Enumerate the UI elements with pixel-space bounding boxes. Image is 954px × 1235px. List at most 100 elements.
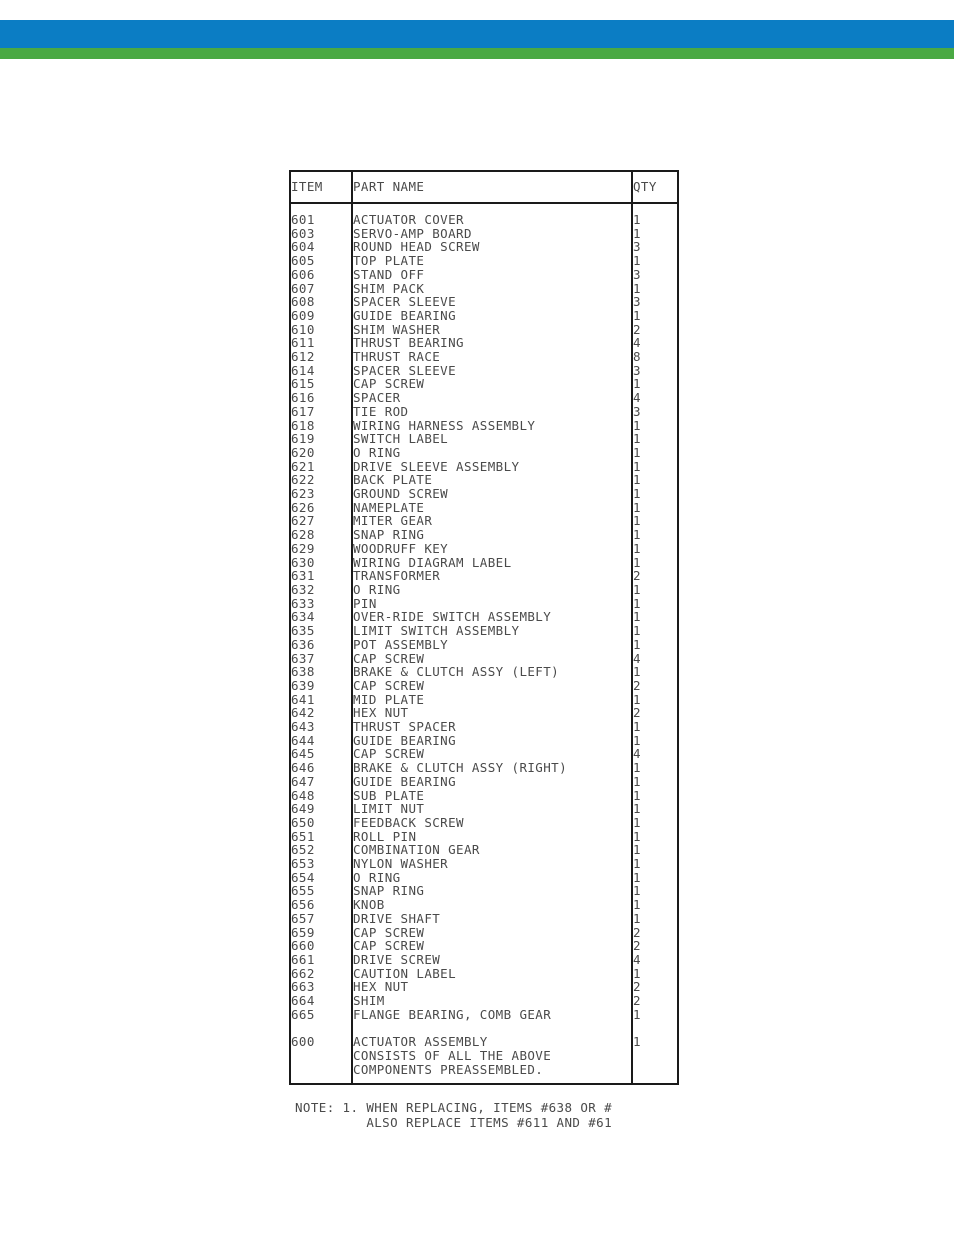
cell-quantity: 1 [631, 720, 677, 734]
cell-item-number: 665 [291, 1008, 353, 1022]
cell-part-name: WIRING HARNESS ASSEMBLY [353, 417, 536, 433]
table-row: 653 NYLON WASHER 1 [291, 857, 677, 871]
cell-part-name: SNAP RING [353, 527, 425, 543]
table-row: 635 LIMIT SWITCH ASSEMBLY 1 [291, 624, 677, 638]
cell-part-name: KNOB [353, 897, 385, 913]
cell-part-name: SHIM WASHER [353, 321, 441, 337]
cell-quantity: 1 [631, 775, 677, 789]
cell-quantity: 1 [631, 281, 677, 296]
table-row: 645 CAP SCREW 4 [291, 747, 677, 762]
cell-item-number: 644 [291, 734, 353, 748]
cell-part-name: THRUST SPACER [353, 719, 457, 735]
table-row: 616 SPACER 4 [291, 391, 677, 405]
bottom-note: NOTE: 1. WHEN REPLACING, ITEMS #638 OR #… [295, 1100, 613, 1130]
table-header: ITEM PART NAME QTY [291, 172, 677, 204]
cell-item-number: 611 [291, 336, 353, 351]
cell-item-number: 648 [291, 788, 353, 803]
table-row: 605 TOP PLATE 1 [291, 254, 677, 268]
cell-quantity: 1 [631, 802, 677, 816]
table-body: 601 ACTUATOR COVER 1 603 SERVO-AMP BOARD 1 604… [291, 203, 677, 1083]
cell-item-number: 642 [291, 706, 353, 721]
table-row: 643 THRUST SPACER 1 [291, 720, 677, 734]
cell-quantity: 1 [631, 555, 677, 570]
table-row: 663 HEX NUT 2 [291, 980, 677, 995]
cell-part-name: HEX NUT [353, 705, 409, 721]
cell-item-number: 607 [291, 281, 353, 296]
cell-item-number: 614 [291, 364, 353, 378]
table-row: 631 TRANSFORMER 2 [291, 569, 677, 583]
cell-part-name: SPACER [353, 390, 401, 406]
cell-item-number: 663 [291, 980, 353, 995]
table-row: 614 SPACER SLEEVE 3 [291, 364, 677, 378]
cell-item-number: 600 [291, 1021, 353, 1083]
cell-item-number: 621 [291, 459, 353, 474]
cell-quantity: 1 [631, 665, 677, 679]
cell-part-name: ROUND HEAD SCREW [353, 239, 480, 255]
table-row: 636 POT ASSEMBLY 1 [291, 638, 677, 652]
cell-quantity: 1 [631, 734, 677, 748]
cell-quantity: 1 [631, 514, 677, 529]
cell-quantity: 1 [631, 528, 677, 542]
table-row: 630 WIRING DIAGRAM LABEL 1 [291, 555, 677, 570]
cell-part-name: GUIDE BEARING [353, 773, 457, 789]
table-row: 644 GUIDE BEARING 1 [291, 734, 677, 748]
cell-part-name: LIMIT SWITCH ASSEMBLY [353, 623, 520, 639]
table-row: 650 FEEDBACK SCREW 1 [291, 816, 677, 830]
cell-quantity: 1 [631, 1008, 677, 1022]
cell-item-number: 601 [291, 213, 353, 227]
table-row: 661 DRIVE SCREW 4 [291, 953, 677, 967]
table-row: 611 THRUST BEARING 4 [291, 336, 677, 351]
cell-item-number: 633 [291, 596, 353, 611]
table-row: 608 SPACER SLEEVE 3 [291, 295, 677, 309]
cell-item-number: 612 [291, 350, 353, 364]
cell-quantity: 2 [631, 322, 677, 337]
cell-part-name: ACTUATOR ASSEMBLY CONSISTS OF ALL THE AB… [353, 1034, 552, 1077]
cell-part-name: SNAP RING [353, 883, 425, 899]
cell-item-number: 622 [291, 473, 353, 488]
cell-part-name: TRANSFORMER [353, 568, 441, 584]
table-row: 664 SHIM 2 [291, 994, 677, 1008]
cell-part-name: NAMEPLATE [353, 499, 425, 515]
cell-part-name: DRIVE SCREW [353, 951, 441, 967]
table-row: 603 SERVO-AMP BOARD 1 [291, 226, 677, 241]
table-row: 665 FLANGE BEARING, COMB GEAR 1 [291, 1008, 677, 1022]
table-row: 601 ACTUATOR COVER 1 [291, 213, 677, 227]
cell-item-number: 623 [291, 487, 353, 501]
cell-item-number: 636 [291, 638, 353, 652]
cell-part-name: CAUTION LABEL [353, 965, 457, 981]
table-row: 638 BRAKE & CLUTCH ASSY (LEFT) 1 [291, 665, 677, 679]
cell-part-name: O RING [353, 581, 401, 597]
cell-quantity: 1 [631, 596, 677, 611]
cell-quantity: 1 [631, 871, 677, 885]
cell-item-number: 606 [291, 268, 353, 282]
table-row: 641 MID PLATE 1 [291, 692, 677, 707]
cell-part-name: CAP SCREW [353, 376, 425, 392]
table-row: 654 O RING 1 [291, 871, 677, 885]
cell-quantity: 1 [631, 761, 677, 775]
table-row: 607 SHIM PACK 1 [291, 281, 677, 296]
cell-quantity: 2 [631, 980, 677, 995]
cell-quantity: 1 [631, 843, 677, 858]
cell-quantity: 2 [631, 706, 677, 721]
cell-quantity: 4 [631, 391, 677, 405]
cell-item-number: 629 [291, 542, 353, 556]
cell-item-number: 646 [291, 761, 353, 775]
cell-quantity: 3 [631, 364, 677, 378]
cell-quantity: 1 [631, 788, 677, 803]
cell-part-name: CAP SCREW [353, 924, 425, 940]
cell-part-name: SWITCH LABEL [353, 431, 449, 447]
cell-quantity: 1 [631, 692, 677, 707]
cell-item-number: 619 [291, 432, 353, 446]
cell-part-name: CAP SCREW [353, 677, 425, 693]
cell-part-name: NYLON WASHER [353, 856, 449, 872]
cell-quantity: 3 [631, 405, 677, 419]
table-row: 646 BRAKE & CLUTCH ASSY (RIGHT) 1 [291, 761, 677, 775]
cell-part-name: BRAKE & CLUTCH ASSY (LEFT) [353, 664, 560, 680]
table-row: 615 CAP SCREW 1 [291, 376, 677, 392]
cell-quantity: 1 [631, 487, 677, 501]
blue-header-band [0, 20, 954, 48]
cell-item-number: 641 [291, 692, 353, 707]
table-row: 604 ROUND HEAD SCREW 3 [291, 239, 677, 255]
cell-quantity: 1 [631, 829, 677, 844]
table-row-assembly: 600 ACTUATOR ASSEMBLY CONSISTS OF ALL THE… [291, 1021, 677, 1083]
